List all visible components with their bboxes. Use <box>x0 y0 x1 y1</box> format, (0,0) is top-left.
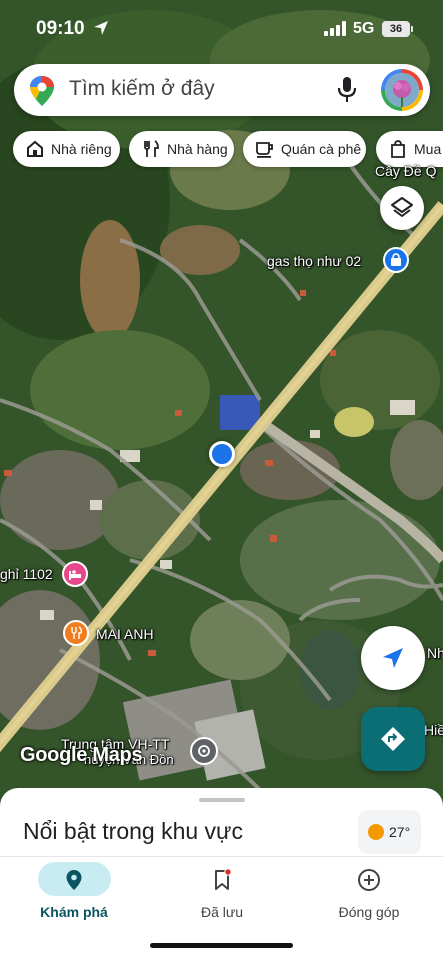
status-bar: 09:10 5G 36 <box>0 0 443 58</box>
nav-explore[interactable]: Khám phá <box>0 857 148 937</box>
avatar-flower-icon <box>385 73 419 107</box>
network-type: 5G <box>353 20 375 37</box>
status-time: 09:10 <box>36 18 85 39</box>
explore-bottom-sheet[interactable]: Nổi bật trong khu vực 27° <box>0 788 443 858</box>
microphone-icon[interactable] <box>337 77 357 103</box>
sheet-title: Nổi bật trong khu vực <box>23 818 243 844</box>
google-maps-attribution: Google Maps <box>20 744 143 766</box>
chip-home[interactable]: Nhà riêng <box>13 131 120 167</box>
shopping-icon <box>391 140 405 158</box>
search-bar[interactable]: Tìm kiếm ở đây <box>14 64 430 116</box>
chip-shopping[interactable]: Mua s <box>376 131 443 167</box>
chip-cafes[interactable]: Quán cà phê <box>243 131 366 167</box>
add-circle-icon <box>358 869 380 891</box>
google-maps-pin-icon <box>30 76 54 106</box>
signal-icon <box>324 21 346 36</box>
gas-station-pin-icon[interactable] <box>383 247 409 273</box>
restaurant-icon <box>144 140 159 157</box>
category-chips: Nhà riêng Nhà hàng Quán cà phê Mua s <box>13 131 443 167</box>
sun-icon <box>368 824 384 840</box>
map-label-mai-anh[interactable]: MAI ANH <box>96 626 154 642</box>
layers-icon <box>391 197 413 217</box>
explore-pin-icon <box>66 870 82 890</box>
directions-button[interactable] <box>361 707 425 771</box>
nav-contribute-label: Đóng góp <box>338 904 400 920</box>
cafe-icon <box>256 142 273 158</box>
layers-button[interactable] <box>380 186 424 230</box>
map-label-hie[interactable]: Hiề <box>424 722 443 738</box>
home-indicator <box>150 943 293 948</box>
map-label-nghi[interactable]: ghỉ 1102 <box>0 566 53 582</box>
map-label-nh[interactable]: Nh <box>427 645 443 661</box>
nav-explore-label: Khám phá <box>40 904 108 920</box>
sheet-drag-handle[interactable] <box>199 798 245 802</box>
location-arrow-icon <box>94 21 108 35</box>
chip-label: Nhà hàng <box>167 141 228 157</box>
avatar[interactable] <box>381 69 423 111</box>
home-icon <box>27 140 43 157</box>
restaurant-pin-icon[interactable] <box>63 620 89 646</box>
map-label-cay-de[interactable]: Cây Đề Q <box>375 163 436 179</box>
navigation-arrow-icon <box>383 648 403 668</box>
search-input[interactable]: Tìm kiếm ở đây <box>69 77 215 101</box>
bookmark-icon <box>215 868 232 890</box>
nav-saved-label: Đã lưu <box>200 904 244 920</box>
my-location-button[interactable] <box>361 626 425 690</box>
nav-saved[interactable]: Đã lưu <box>148 857 296 937</box>
map-label-gas-station[interactable]: gas thọ như 02 <box>267 253 361 269</box>
chip-restaurants[interactable]: Nhà hàng <box>129 131 234 167</box>
chip-label: Quán cà phê <box>281 141 362 157</box>
chip-label: Mua s <box>414 141 443 157</box>
battery-icon: 36 <box>382 21 410 37</box>
directions-icon <box>381 727 405 751</box>
chip-label: Nhà riêng <box>51 141 112 157</box>
weather-temperature: 27° <box>389 824 411 840</box>
battery-tip <box>411 26 413 32</box>
weather-chip[interactable]: 27° <box>358 810 421 854</box>
culture-center-pin-icon[interactable] <box>190 737 218 765</box>
my-location-dot[interactable] <box>209 441 235 467</box>
nav-contribute[interactable]: Đóng góp <box>295 857 443 937</box>
hotel-pin-icon[interactable] <box>62 561 88 587</box>
